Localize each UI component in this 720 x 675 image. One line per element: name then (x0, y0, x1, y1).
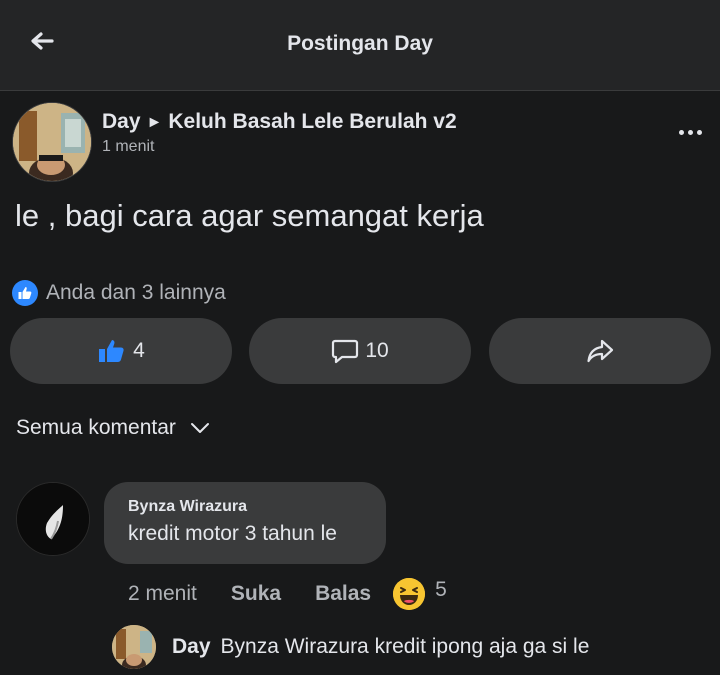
post-header: Day ► Keluh Basah Lele Berulah v2 1 menit (12, 102, 712, 182)
like-count: 4 (133, 339, 145, 362)
group-name[interactable]: Keluh Basah Lele Berulah v2 (168, 110, 456, 133)
post-author-line: Day ► Keluh Basah Lele Berulah v2 (102, 110, 457, 134)
comment-count: 10 (365, 339, 389, 362)
comment-author[interactable]: Bynza Wirazura (128, 498, 247, 516)
comment-button[interactable]: 10 (249, 318, 471, 384)
reactions-text: Anda dan 3 lainnya (46, 281, 226, 304)
comment-text: kredit motor 3 tahun le (128, 522, 337, 545)
avatar-photo (13, 103, 91, 181)
more-options-button[interactable] (670, 120, 710, 144)
comments-filter[interactable]: Semua komentar (16, 416, 210, 440)
reply-item[interactable]: Day Bynza Wirazura kredit ipong aja ga s… (112, 622, 589, 672)
reply-author[interactable]: Day (172, 635, 211, 659)
commenter-avatar[interactable] (16, 482, 90, 556)
chevron-down-icon (190, 422, 210, 434)
comment-reaction-count: 5 (435, 578, 447, 601)
share-icon (586, 338, 614, 364)
page-title: Postingan Day (287, 32, 433, 55)
share-button[interactable] (489, 318, 711, 384)
haha-reaction-icon[interactable] (393, 578, 426, 610)
dot-icon (696, 129, 702, 135)
triangle-right-icon: ► (146, 114, 163, 131)
comments-filter-label: Semua komentar (16, 416, 176, 439)
reply-author-avatar[interactable] (112, 625, 156, 669)
comment-bubble[interactable]: Bynza Wirazura kredit motor 3 tahun le (104, 482, 386, 564)
author-avatar[interactable] (12, 102, 92, 182)
like-reaction-icon (12, 280, 38, 306)
avatar-photo (17, 483, 89, 555)
author-name[interactable]: Day (102, 110, 141, 133)
comment-time: 2 menit (128, 582, 197, 605)
comment-like-button[interactable]: Suka (231, 582, 281, 606)
reactions-summary[interactable]: Anda dan 3 lainnya (12, 278, 226, 308)
post-timestamp: 1 menit (102, 138, 155, 155)
dot-icon (687, 129, 693, 135)
comment-meta: 2 menit Suka Balas 5 (128, 578, 447, 610)
like-button[interactable]: 4 (10, 318, 232, 384)
top-bar: Postingan Day (0, 0, 720, 91)
avatar-photo (112, 625, 156, 669)
reply-text: Bynza Wirazura kredit ipong aja ga si le (220, 635, 590, 658)
post-body: le , bagi cara agar semangat kerja (15, 198, 484, 233)
comment-icon (331, 337, 359, 365)
comment-reply-button[interactable]: Balas (315, 582, 371, 606)
dot-icon (678, 129, 684, 135)
thumbs-up-icon (97, 338, 127, 364)
